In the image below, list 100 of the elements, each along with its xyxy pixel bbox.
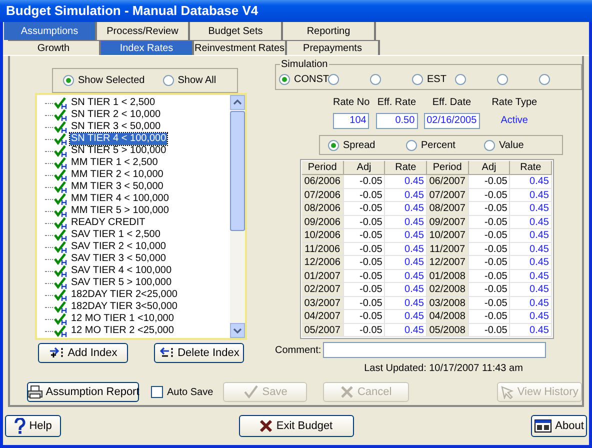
radio-label: Spread bbox=[343, 138, 376, 152]
table-cell: 04/2007 bbox=[302, 310, 344, 324]
table-cell: -0.05 bbox=[468, 242, 510, 256]
column-header[interactable]: Adj bbox=[468, 161, 510, 175]
list-item[interactable]: SN TIER 3 < 50,000 bbox=[70, 121, 162, 133]
table-cell: 06/2007 bbox=[427, 175, 469, 188]
tab[interactable]: Assumptions bbox=[4, 22, 97, 40]
list-item[interactable]: READY CREDIT bbox=[70, 217, 146, 229]
table-cell: 0.45 bbox=[510, 175, 552, 188]
tab[interactable]: Reinvestment Rates bbox=[194, 40, 287, 55]
field-label: Eff. Date bbox=[432, 96, 472, 110]
table-cell: -0.05 bbox=[344, 324, 386, 337]
list-item[interactable]: MM TIER 3 < 50,000 bbox=[70, 181, 164, 193]
table-cell: -0.05 bbox=[344, 202, 386, 216]
table-cell: -0.05 bbox=[344, 283, 386, 296]
radio-label: Value bbox=[499, 138, 524, 152]
list-item[interactable]: SN TIER 2 < 10,000 bbox=[70, 109, 162, 121]
table-cell: 09/2006 bbox=[302, 216, 344, 229]
rate-field[interactable]: 104 bbox=[333, 113, 370, 129]
field-label: Rate No bbox=[333, 96, 370, 110]
table-cell: 08/2007 bbox=[427, 202, 469, 216]
table-cell: 0.45 bbox=[510, 270, 552, 283]
table-cell: 01/2008 bbox=[427, 270, 469, 283]
table-cell: 12/2007 bbox=[427, 256, 469, 270]
list-item[interactable]: 12 MO TIER 1 <10,000 bbox=[70, 313, 175, 325]
table-cell: 02/2007 bbox=[302, 283, 344, 296]
list-item[interactable]: SN TIER 1 < 2,500 bbox=[70, 97, 156, 109]
table-cell: -0.05 bbox=[468, 270, 510, 283]
table-cell: 0.45 bbox=[510, 324, 552, 337]
checkbox-label: Auto Save bbox=[167, 386, 214, 400]
table-cell: -0.05 bbox=[468, 202, 510, 216]
field-label: Eff. Rate bbox=[377, 96, 416, 110]
table-cell: -0.05 bbox=[344, 256, 386, 270]
table-cell: 0.45 bbox=[510, 229, 552, 242]
table-cell: -0.05 bbox=[344, 216, 386, 229]
table-cell: -0.05 bbox=[344, 310, 386, 324]
table-cell: -0.05 bbox=[344, 242, 386, 256]
tab[interactable]: Prepayments bbox=[287, 40, 380, 55]
table-cell: 02/2008 bbox=[427, 283, 469, 296]
rate-field[interactable]: 0.50 bbox=[376, 113, 418, 129]
table-cell: 05/2007 bbox=[302, 324, 344, 337]
table-cell: 03/2008 bbox=[427, 296, 469, 310]
list-item[interactable]: SAV TIER 1 < 2,500 bbox=[70, 229, 162, 241]
table-cell: 11/2007 bbox=[427, 242, 469, 256]
table-cell: -0.05 bbox=[468, 175, 510, 188]
column-header[interactable]: Rate bbox=[385, 161, 428, 175]
table-cell: -0.05 bbox=[344, 270, 386, 283]
table-cell: 0.45 bbox=[510, 296, 552, 310]
field-label: Rate Type bbox=[492, 96, 538, 110]
exit-button[interactable]: Exit Budget bbox=[238, 415, 354, 437]
list-item[interactable]: 12 MO TIER 2 <25,000 bbox=[70, 325, 175, 337]
table-cell: 10/2007 bbox=[427, 229, 469, 242]
table-cell: 01/2007 bbox=[302, 270, 344, 283]
about-button[interactable]: About bbox=[531, 415, 587, 437]
table-cell: 12/2006 bbox=[302, 256, 344, 270]
table-cell: -0.05 bbox=[344, 188, 386, 202]
add-button[interactable]: Add Index bbox=[38, 343, 128, 363]
radio-label: Percent bbox=[421, 138, 456, 152]
table-cell: 0.45 bbox=[510, 242, 552, 256]
table-cell: 10/2006 bbox=[302, 229, 344, 242]
list-item[interactable]: SAV TIER 2 < 10,000 bbox=[70, 241, 167, 253]
delete-button[interactable]: Delete Index bbox=[154, 343, 244, 363]
list-item[interactable]: SN TIER 4 < 100,000 bbox=[70, 133, 168, 145]
table-cell: -0.05 bbox=[468, 324, 510, 337]
list-item[interactable]: MM TIER 2 < 10,000 bbox=[70, 169, 164, 181]
table-cell: 07/2006 bbox=[302, 188, 344, 202]
table-cell: 11/2006 bbox=[302, 242, 344, 256]
table-cell: -0.05 bbox=[344, 229, 386, 242]
help-button[interactable]: Help bbox=[5, 415, 61, 437]
table-cell: -0.05 bbox=[468, 283, 510, 296]
table-cell: 03/2007 bbox=[302, 296, 344, 310]
table-cell: -0.05 bbox=[468, 216, 510, 229]
column-header[interactable]: Rate bbox=[510, 161, 552, 175]
table-cell: -0.05 bbox=[468, 188, 510, 202]
last-updated-text: Last Updated: 10/17/2007 11:43 am bbox=[364, 362, 523, 376]
list-item[interactable]: SAV TIER 3 < 50,000 bbox=[70, 253, 167, 265]
rate-field[interactable]: 02/16/2005 bbox=[424, 113, 480, 129]
list-item[interactable]: SAV TIER 5 > 100,000 bbox=[70, 277, 173, 289]
table-cell: -0.05 bbox=[344, 175, 386, 188]
list-item[interactable]: SN TIER 5 > 100,000 bbox=[70, 145, 168, 157]
list-item[interactable]: MM TIER 5 > 100,000 bbox=[70, 205, 170, 217]
table-cell: -0.05 bbox=[468, 310, 510, 324]
table-cell: 07/2007 bbox=[427, 188, 469, 202]
table-cell: 04/2008 bbox=[427, 310, 469, 324]
tab[interactable]: Index Rates bbox=[101, 40, 194, 55]
list-item[interactable]: 182DAY TIER 3<50,000 bbox=[70, 301, 178, 313]
list-item[interactable]: 182DAY TIER 2<25,000 bbox=[70, 289, 178, 301]
list-item[interactable]: MM TIER 1 < 2,500 bbox=[70, 157, 159, 169]
tab[interactable]: Growth bbox=[8, 40, 101, 55]
table-cell: 0.45 bbox=[510, 202, 552, 216]
table-cell: 0.45 bbox=[510, 310, 552, 324]
table-cell: -0.05 bbox=[468, 256, 510, 270]
list-item[interactable]: MM TIER 4 < 100,000 bbox=[70, 193, 170, 205]
radio-label: Show All bbox=[178, 74, 216, 88]
rate-type-value: Active bbox=[500, 114, 528, 128]
list-item[interactable]: SAV TIER 4 < 100,000 bbox=[70, 265, 173, 277]
comment-label: Comment: bbox=[275, 344, 322, 358]
table-cell: 0.45 bbox=[510, 283, 552, 296]
column-header[interactable]: Adj bbox=[344, 161, 386, 175]
table-cell: 09/2007 bbox=[427, 216, 469, 229]
